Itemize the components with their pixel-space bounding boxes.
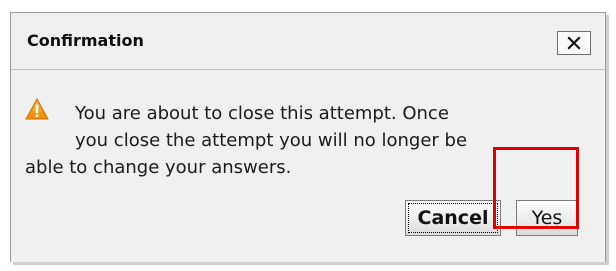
dialog-title: Confirmation (27, 31, 144, 50)
message-line: able to change your answers. (25, 157, 292, 178)
dialog-body: You are about to close this attempt. Onc… (11, 69, 605, 262)
yes-button-label: Yes (531, 207, 563, 229)
yes-button[interactable]: Yes (516, 200, 578, 236)
message-line: you close the attempt you will no longer… (75, 130, 468, 151)
cancel-button[interactable]: Cancel (405, 200, 501, 236)
focus-ring (408, 203, 498, 233)
confirmation-message: You are about to close this attempt. Onc… (25, 100, 565, 181)
message-line: You are about to close this attempt. Onc… (75, 103, 449, 124)
close-button[interactable] (557, 31, 591, 55)
dialog-titlebar: Confirmation (11, 13, 605, 69)
close-icon (567, 36, 581, 50)
divider (11, 69, 605, 70)
confirmation-dialog: Confirmation You are about to close this… (10, 12, 606, 262)
